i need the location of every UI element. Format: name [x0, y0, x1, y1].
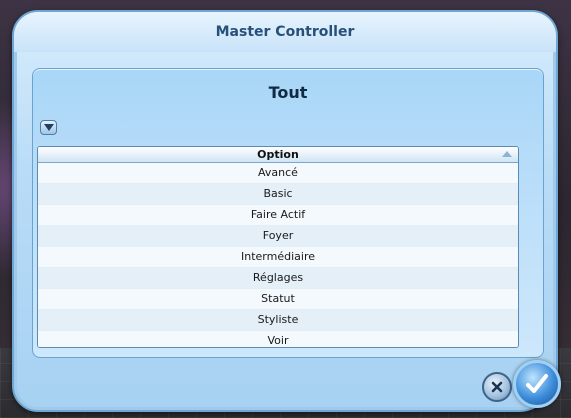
list-item[interactable]: Statut: [38, 289, 518, 310]
category-dropdown-button[interactable]: [40, 120, 57, 135]
list-item[interactable]: Intermédiaire: [38, 247, 518, 268]
close-icon: [491, 381, 503, 393]
column-header-option[interactable]: Option: [38, 147, 518, 163]
dialog-title: Master Controller: [215, 24, 355, 40]
checkmark-icon: [526, 374, 548, 393]
title-bar: Master Controller: [14, 12, 556, 52]
cancel-button[interactable]: [482, 372, 512, 402]
sort-ascending-icon: [502, 151, 512, 157]
list-rows: Avancé Basic Faire Actif Foyer Intermédi…: [38, 163, 518, 347]
confirm-button[interactable]: [513, 360, 561, 408]
list-item[interactable]: Faire Actif: [38, 205, 518, 226]
panel-heading: Tout: [268, 83, 308, 102]
chevron-down-icon: [44, 124, 54, 131]
list-item[interactable]: Avancé: [38, 163, 518, 184]
master-controller-dialog: Master Controller Tout Option Avancé Bas…: [12, 10, 558, 412]
list-item[interactable]: Basic: [38, 184, 518, 205]
list-item[interactable]: Réglages: [38, 268, 518, 289]
column-header-label: Option: [257, 148, 299, 161]
list-item[interactable]: Voir: [38, 331, 518, 347]
list-item[interactable]: Foyer: [38, 226, 518, 247]
list-item[interactable]: Styliste: [38, 310, 518, 331]
options-list: Option Avancé Basic Faire Actif Foyer In…: [37, 146, 519, 348]
